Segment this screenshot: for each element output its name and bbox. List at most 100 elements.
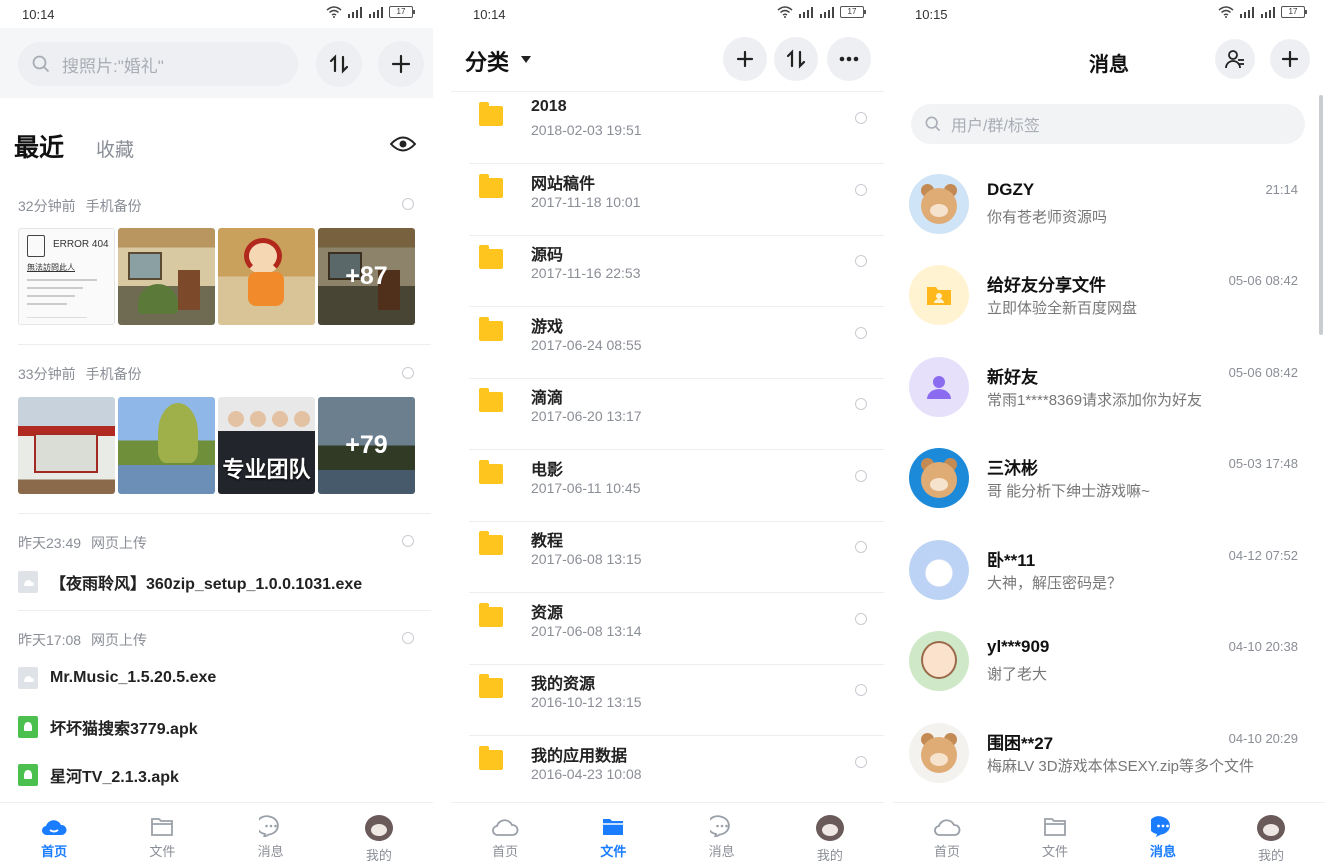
message-sender: 卧**11 [987,551,1036,570]
folder-select-radio[interactable] [855,541,867,553]
nav-label: 文件 [149,844,176,859]
nav-label: 消息 [257,844,284,859]
folder-icon [479,245,503,269]
message-item[interactable]: 给好友分享文件 05-06 08:42 立即体验全新百度网盘 [907,263,1312,353]
nav-home[interactable]: 首页 [451,803,559,864]
file-item[interactable]: Mr.Music_1.5.20.5.exe [18,667,216,689]
nav-files[interactable]: 文件 [108,803,216,864]
file-item[interactable]: 坏坏猫搜索3779.apk [18,715,198,739]
photo-thumb[interactable] [218,228,315,325]
message-item[interactable]: yl***909 04-10 20:38 谢了老大 [907,629,1312,719]
nav-label: 首页 [492,844,519,859]
sort-button[interactable] [774,37,818,81]
nav-home[interactable]: 首页 [0,803,108,864]
group-header: 昨天23:49 网页上传 [18,533,147,553]
file-item[interactable]: 星河TV_2.1.3.apk [18,763,179,787]
more-button[interactable] [827,37,871,81]
group-select-radio[interactable] [402,535,414,547]
photo-thumb[interactable]: ERROR 404 無法訪問此人 [18,228,115,325]
folder-item[interactable]: 资源 2017-06-08 13:14 [469,593,884,665]
nav-files[interactable]: 文件 [1001,803,1109,864]
message-item[interactable]: 围困**27 04-10 20:29 梅麻LV 3D游戏本体SEXY.zip等多… [907,721,1312,811]
user-avatar [1257,815,1285,841]
message-sender: DGZY [987,180,1035,199]
photo-search-input[interactable]: 搜照片:"婚礼" [18,42,298,86]
message-item[interactable]: 卧**11 04-12 07:52 大神，解压密码是？ [907,538,1312,628]
nav-label: 消息 [708,844,735,859]
sort-icon [329,54,349,74]
file-name: 坏坏猫搜索3779.apk [50,721,198,738]
message-preview: 梅麻LV 3D游戏本体SEXY.zip等多个文件 [987,758,1255,775]
android-apk-icon [18,764,38,786]
folder-select-radio[interactable] [855,326,867,339]
nav-mine[interactable]: 我的 [1217,803,1325,864]
tab-recent[interactable]: 最近 [14,128,64,164]
photo-thumb[interactable]: 专业团队 [218,397,315,494]
message-item[interactable]: 三沐彬 05-03 17:48 哥 能分析下绅士游戏嘛~ [907,446,1312,536]
folder-item[interactable]: 游戏 2017-06-24 08:55 [469,307,884,379]
photo-thumb[interactable] [118,397,215,494]
add-button[interactable] [1270,39,1310,79]
nav-mine[interactable]: 我的 [325,803,433,864]
nav-files[interactable]: 文件 [559,803,667,864]
folder-item[interactable]: 网站稿件 2017-11-18 10:01 [469,164,884,236]
folder-select-radio[interactable] [855,183,867,196]
category-dropdown[interactable]: 分类 [465,45,509,77]
folder-date: 2017-11-18 10:01 [531,193,641,210]
nav-messages[interactable]: 消息 [668,803,776,864]
photo-thumb[interactable] [118,228,215,325]
nav-messages[interactable]: 消息 [217,803,325,864]
add-button[interactable] [378,41,424,87]
photo-thumb-more[interactable]: +87 [318,228,415,325]
user-avatar [815,815,844,841]
message-item[interactable]: 新好友 05-06 08:42 常雨1****8369请求添加你为好友 [907,355,1312,445]
cloud-icon [934,819,961,836]
message-item[interactable]: DGZY 21:14 你有苍老师资源吗 [907,172,1312,262]
message-time: 04-12 07:52 [1228,548,1298,563]
nav-home[interactable]: 首页 [893,803,1001,864]
wifi-icon [1218,6,1234,18]
files-header: 分类 [451,28,884,92]
folder-item[interactable]: 电影 2017-06-11 10:45 [469,450,884,522]
chat-bubble-icon [1151,816,1170,837]
eye-icon [389,136,417,152]
folder-select-radio[interactable] [855,755,867,768]
folder-name: 我的应用数据 [531,747,628,765]
folder-select-radio[interactable] [855,469,867,482]
group-select-radio[interactable] [402,632,414,644]
scrollbar[interactable] [1319,95,1323,335]
file-name: 星河TV_2.1.3.apk [50,769,179,786]
status-time: 10:14 [22,7,55,22]
message-time: 05-06 08:42 [1228,365,1298,380]
folder-select-radio[interactable] [855,398,867,410]
message-sender: 围困**27 [987,734,1054,753]
photo-thumb[interactable] [18,397,115,494]
message-time: 05-03 17:48 [1228,456,1298,471]
file-item[interactable]: 【夜雨聆风】360zip_setup_1.0.0.1031.exe [18,570,362,594]
nav-mine[interactable]: 我的 [776,803,884,864]
folder-item[interactable]: 2018 2018-02-03 19:51 [469,92,884,164]
group-select-radio[interactable] [402,367,414,379]
folder-item[interactable]: 滴滴 2017-06-20 13:17 [469,378,884,450]
folder-select-radio[interactable] [855,255,867,267]
tab-favorites[interactable]: 收藏 [96,135,134,164]
message-preview: 常雨1****8369请求添加你为好友 [987,392,1203,409]
photo-thumb-more[interactable]: +79 [318,397,415,494]
folder-select-radio[interactable] [855,112,867,124]
group-select-radio[interactable] [402,198,414,210]
add-button[interactable] [723,37,767,81]
folder-item[interactable]: 我的应用数据 2016-04-23 10:08 [469,736,884,808]
folder-item[interactable]: 教程 2017-06-08 13:15 [469,521,884,593]
message-time: 04-10 20:29 [1228,731,1298,746]
sort-button[interactable] [316,41,362,87]
folder-select-radio[interactable] [855,612,867,625]
folder-item[interactable]: 源码 2017-11-16 22:53 [469,235,884,307]
folder-item[interactable]: 我的资源 2016-10-12 13:15 [469,664,884,736]
folder-select-radio[interactable] [855,684,867,696]
file-name: 【夜雨聆风】360zip_setup_1.0.0.1031.exe [50,576,363,593]
bottom-nav: 首页 文件 消息 我的 [0,802,433,864]
visibility-toggle[interactable] [389,134,417,159]
contacts-button[interactable] [1215,39,1255,79]
nav-messages[interactable]: 消息 [1109,803,1217,864]
user-search-input[interactable]: 用户/群/标签 [911,104,1305,144]
